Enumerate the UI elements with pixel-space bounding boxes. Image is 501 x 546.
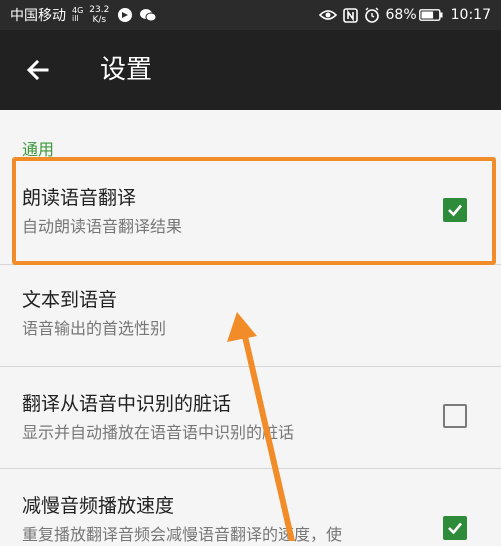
divider — [0, 366, 501, 367]
network-speed: 23.2 K/s — [89, 5, 109, 25]
pref-translate-profanity[interactable]: 翻译从语音中识别的脏话 显示并自动播放在语音语中识别的脏话 — [0, 392, 501, 444]
pref-read-translation-aloud[interactable]: 朗读语音翻译 自动朗读语音翻译结果 — [0, 186, 501, 238]
app-toolbar: 设置 — [0, 30, 501, 110]
network-speed-value: 23.2 — [89, 5, 110, 15]
nfc-icon — [342, 7, 358, 23]
back-arrow-icon — [26, 59, 49, 81]
clock: 10:17 — [450, 7, 491, 23]
pref-summary: 语音输出的首选性别 — [22, 319, 167, 338]
signal-indicator: 4G ill — [72, 7, 83, 23]
network-speed-unit: K/s — [92, 15, 107, 25]
eye-icon — [318, 8, 337, 22]
status-bar: 中国移动 4G ill 23.2 K/s 68% 10:17 — [0, 0, 501, 30]
pref-title: 翻译从语音中识别的脏话 — [22, 393, 232, 415]
pref-text-to-speech[interactable]: 文本到语音 语音输出的首选性别 — [0, 288, 501, 340]
slow-audio-checkbox[interactable] — [443, 516, 467, 540]
battery-percent: 68% — [385, 7, 417, 23]
battery-icon — [418, 9, 443, 21]
back-button[interactable] — [22, 54, 54, 86]
wechat-icon — [139, 7, 157, 23]
checkmark-icon — [448, 522, 462, 535]
read-translation-checkbox[interactable] — [443, 198, 467, 222]
checkmark-icon — [448, 204, 462, 217]
pref-slow-audio-playback[interactable]: 减慢音频播放速度 重复播放翻译音频会减慢语音翻译的速度，使 — [0, 494, 501, 546]
section-header-general: 通用 — [22, 140, 55, 159]
pref-summary: 显示并自动播放在语音语中识别的脏话 — [22, 423, 295, 442]
signal-bars: ill — [72, 14, 79, 23]
pref-title: 朗读语音翻译 — [22, 187, 137, 209]
pref-summary: 自动朗读语音翻译结果 — [22, 217, 183, 236]
page-title: 设置 — [100, 55, 153, 85]
pref-title: 减慢音频播放速度 — [22, 495, 175, 517]
carrier-name: 中国移动 — [10, 8, 66, 24]
alarm-icon — [364, 7, 380, 23]
pref-summary: 重复播放翻译音频会减慢语音翻译的速度，使 — [22, 525, 343, 544]
translate-profanity-checkbox[interactable] — [443, 404, 467, 428]
divider — [0, 468, 501, 469]
divider — [0, 264, 501, 265]
pref-title: 文本到语音 — [22, 289, 118, 311]
notification-app-icon — [117, 7, 133, 23]
